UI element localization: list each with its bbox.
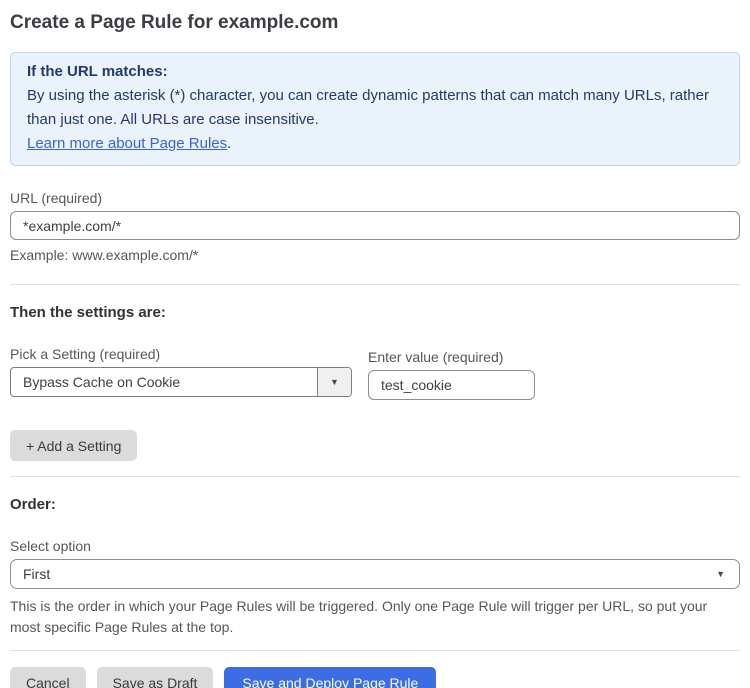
setting-picker-column: Pick a Setting (required) Bypass Cache o… [10, 346, 352, 397]
learn-more-link[interactable]: Learn more about Page Rules [27, 135, 227, 152]
setting-picker-value: Bypass Cache on Cookie [23, 374, 181, 390]
page-rule-form: Create a Page Rule for example.com If th… [0, 12, 750, 688]
order-select[interactable]: First ▼ [10, 559, 740, 589]
add-setting-button[interactable]: + Add a Setting [10, 430, 138, 461]
setting-value-column: Enter value (required) [368, 346, 535, 400]
order-helper-text: This is the order in which your Page Rul… [10, 598, 708, 635]
info-box-body: By using the asterisk (*) character, you… [27, 87, 709, 128]
divider-before-order [10, 476, 740, 477]
divider-after-url [10, 284, 740, 285]
order-section-heading: Order: [10, 496, 56, 513]
info-box-heading: If the URL matches: [27, 63, 168, 80]
url-match-info-box: If the URL matches: By using the asteris… [10, 52, 740, 166]
save-and-deploy-button[interactable]: Save and Deploy Page Rule [224, 667, 437, 688]
url-field-helper: Example: www.example.com/* [10, 247, 199, 263]
save-as-draft-button[interactable]: Save as Draft [96, 667, 214, 688]
setting-picker-label: Pick a Setting (required) [10, 346, 161, 362]
order-select-value: First [23, 566, 51, 582]
form-actions: Cancel Save as Draft Save and Deploy Pag… [10, 667, 740, 688]
chevron-down-icon: ▼ [330, 376, 339, 387]
url-input[interactable] [10, 211, 740, 240]
page-title: Create a Page Rule for example.com [10, 12, 339, 33]
cancel-button[interactable]: Cancel [10, 667, 86, 688]
settings-row: Pick a Setting (required) Bypass Cache o… [10, 346, 740, 400]
url-field-label: URL (required) [10, 190, 103, 206]
divider-before-actions [10, 650, 740, 651]
setting-value-label: Enter value (required) [368, 349, 504, 365]
setting-picker-arrow-button[interactable]: ▼ [317, 368, 351, 396]
setting-picker-select[interactable]: Bypass Cache on Cookie ▼ [10, 367, 352, 397]
info-box-link-line: Learn more about Page Rules. [27, 132, 723, 156]
chevron-down-icon: ▼ [716, 568, 725, 579]
settings-section-heading: Then the settings are: [10, 304, 166, 321]
link-period: . [227, 135, 232, 152]
setting-value-input[interactable] [368, 370, 535, 400]
order-select-label: Select option [10, 538, 91, 554]
